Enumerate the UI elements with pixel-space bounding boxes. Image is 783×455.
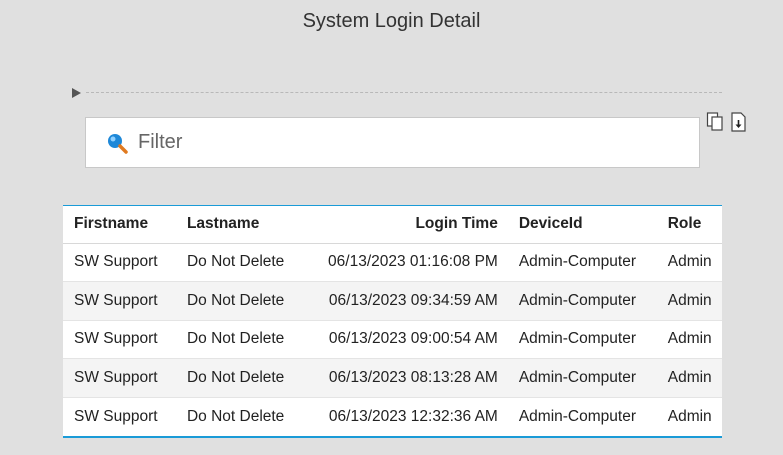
cell-lastname: Do Not Delete	[175, 396, 304, 436]
page-title: System Login Detail	[302, 10, 481, 32]
section-divider	[86, 92, 722, 93]
table-row[interactable]: SW Support Do Not Delete 06/13/2023 09:0…	[63, 319, 722, 359]
cell-lastname: Do Not Delete	[175, 281, 304, 320]
login-detail-table: Firstname Lastname Login Time DeviceId R…	[63, 205, 722, 438]
cell-firstname: SW Support	[63, 281, 176, 320]
table-row[interactable]: SW Support Do Not Delete 06/13/2023 12:3…	[63, 396, 722, 436]
cell-device-id: Admin-Computer	[507, 242, 657, 282]
column-header-lastname[interactable]: Lastname	[175, 206, 304, 244]
cell-firstname: SW Support	[63, 319, 176, 359]
cell-firstname: SW Support	[63, 242, 176, 282]
cell-login-time: 06/13/2023 01:16:08 PM	[303, 242, 508, 282]
cell-login-time: 06/13/2023 08:13:28 AM	[303, 358, 508, 397]
cell-login-time: 06/13/2023 09:00:54 AM	[303, 319, 508, 359]
cell-role: Admin	[656, 396, 722, 436]
table-row[interactable]: SW Support Do Not Delete 06/13/2023 01:1…	[63, 242, 722, 282]
download-icon[interactable]	[730, 111, 748, 133]
cell-role: Admin	[656, 242, 722, 282]
cell-firstname: SW Support	[63, 396, 176, 436]
cell-firstname: SW Support	[63, 358, 176, 397]
table-row[interactable]: SW Support Do Not Delete 06/13/2023 09:3…	[63, 281, 722, 320]
cell-device-id: Admin-Computer	[507, 396, 657, 436]
expand-arrow-icon[interactable]	[72, 88, 81, 98]
cell-role: Admin	[656, 358, 722, 397]
cell-device-id: Admin-Computer	[507, 319, 657, 359]
filter-box[interactable]	[85, 117, 700, 168]
column-header-login-time[interactable]: Login Time	[303, 206, 508, 244]
cell-device-id: Admin-Computer	[507, 358, 657, 397]
cell-login-time: 06/13/2023 12:32:36 AM	[303, 396, 508, 436]
table-header-row: Firstname Lastname Login Time DeviceId R…	[63, 206, 722, 244]
cell-device-id: Admin-Computer	[507, 281, 657, 320]
copy-icon[interactable]	[706, 111, 724, 133]
table-row[interactable]: SW Support Do Not Delete 06/13/2023 08:1…	[63, 358, 722, 397]
expand-section-toggle[interactable]	[72, 86, 722, 100]
cell-lastname: Do Not Delete	[175, 319, 304, 359]
cell-lastname: Do Not Delete	[175, 358, 304, 397]
column-header-device-id[interactable]: DeviceId	[507, 206, 657, 244]
column-header-role[interactable]: Role	[656, 206, 722, 244]
search-icon	[108, 133, 128, 154]
cell-role: Admin	[656, 319, 722, 359]
cell-login-time: 06/13/2023 09:34:59 AM	[303, 281, 508, 320]
cell-lastname: Do Not Delete	[175, 242, 304, 282]
filter-input[interactable]	[138, 131, 658, 154]
export-toolbar	[706, 111, 748, 133]
cell-role: Admin	[656, 281, 722, 320]
column-header-firstname[interactable]: Firstname	[63, 206, 176, 244]
